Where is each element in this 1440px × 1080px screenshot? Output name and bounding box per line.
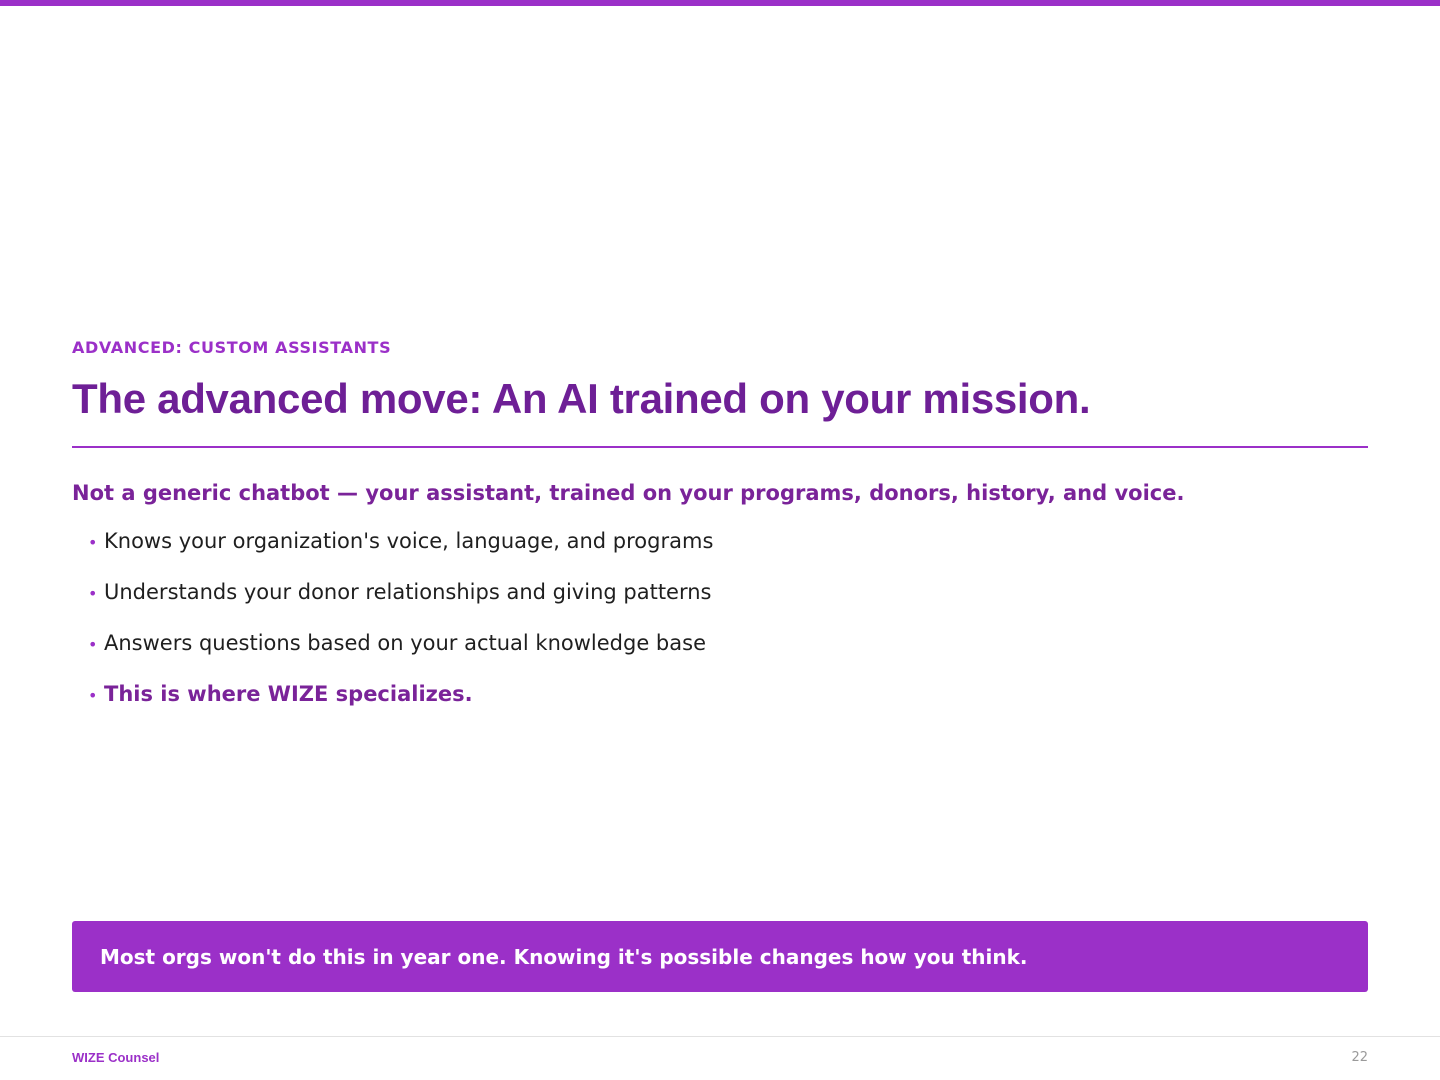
bullet-dot-icon: • (88, 635, 98, 654)
footer-divider (0, 1036, 1440, 1037)
bullet-dot-icon: • (88, 686, 98, 705)
slide-content: ADVANCED: CUSTOM ASSISTANTS The advanced… (72, 338, 1368, 731)
top-accent-bar (0, 0, 1440, 6)
slide-subtitle: Not a generic chatbot — your assistant, … (72, 481, 1185, 505)
bullet-list: • Knows your organization's voice, langu… (88, 527, 1368, 710)
bullet-item: • Knows your organization's voice, langu… (88, 527, 1368, 557)
bullet-item: • Understands your donor relationships a… (88, 578, 1368, 608)
footer-brand: WIZE Counsel (72, 1050, 160, 1065)
bullet-item: • Answers questions based on your actual… (88, 629, 1368, 659)
bullet-dot-icon: • (88, 533, 98, 552)
bullet-text: Answers questions based on your actual k… (104, 631, 706, 655)
bullet-text: This is where WIZE specializes. (104, 682, 473, 706)
slide-title: The advanced move: An AI trained on your… (72, 375, 1091, 422)
callout-text: Most orgs won't do this in year one. Kno… (100, 944, 1028, 969)
page-number: 22 (1351, 1050, 1368, 1065)
bullet-text: Understands your donor relationships and… (104, 580, 712, 604)
bullet-dot-icon: • (88, 584, 98, 603)
title-divider (72, 446, 1368, 448)
section-eyebrow: ADVANCED: CUSTOM ASSISTANTS (72, 338, 392, 357)
callout-banner: Most orgs won't do this in year one. Kno… (72, 921, 1368, 992)
bullet-item-emphasis: • This is where WIZE specializes. (88, 680, 1368, 710)
bullet-text: Knows your organization's voice, languag… (104, 529, 714, 553)
